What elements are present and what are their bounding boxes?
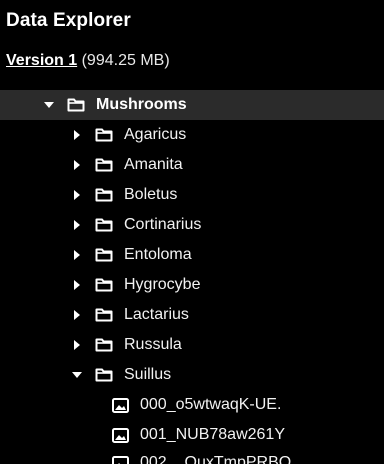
folder-icon bbox=[94, 307, 114, 323]
tree-item-label: Entoloma bbox=[124, 246, 192, 263]
tree-item-label: 000_o5wtwaqK-UE. bbox=[140, 396, 282, 413]
caret-right-icon[interactable] bbox=[68, 190, 86, 200]
caret-right-icon[interactable] bbox=[68, 310, 86, 320]
folder-icon bbox=[94, 127, 114, 143]
caret-down-icon[interactable] bbox=[40, 101, 58, 109]
folder-icon bbox=[94, 187, 114, 203]
version-link[interactable]: Version 1 bbox=[6, 52, 77, 69]
tree-root-mushrooms[interactable]: Mushrooms bbox=[0, 90, 384, 120]
file-tree: Mushrooms Agaricus Amanita Boletus Corti… bbox=[0, 90, 384, 464]
tree-folder-lactarius[interactable]: Lactarius bbox=[0, 300, 189, 330]
tree-folder-entoloma[interactable]: Entoloma bbox=[0, 240, 192, 270]
folder-icon bbox=[94, 217, 114, 233]
folder-icon bbox=[94, 157, 114, 173]
tree-file-002[interactable]: 002__QuxTmpPRBQ bbox=[0, 448, 291, 464]
tree-item-label: Suillus bbox=[124, 366, 172, 383]
caret-right-icon[interactable] bbox=[68, 160, 86, 170]
image-file-icon bbox=[110, 455, 130, 464]
tree-item-label: Russula bbox=[124, 336, 182, 353]
tree-folder-cortinarius[interactable]: Cortinarius bbox=[0, 210, 201, 240]
tree-file-000[interactable]: 000_o5wtwaqK-UE. bbox=[0, 390, 281, 420]
tree-item-label: 001_NUB78aw261Y bbox=[140, 426, 285, 443]
version-info: Version 1 (994.25 MB) bbox=[6, 52, 170, 70]
tree-item-label: Boletus bbox=[124, 186, 178, 203]
caret-down-icon[interactable] bbox=[68, 371, 86, 379]
caret-right-icon[interactable] bbox=[68, 220, 86, 230]
folder-icon bbox=[94, 247, 114, 263]
tree-item-label: Lactarius bbox=[124, 306, 189, 323]
tree-item-label: Hygrocybe bbox=[124, 276, 201, 293]
image-file-icon bbox=[110, 427, 130, 443]
image-file-icon bbox=[110, 397, 130, 413]
folder-icon bbox=[66, 97, 86, 113]
caret-right-icon[interactable] bbox=[68, 280, 86, 290]
caret-right-icon[interactable] bbox=[68, 130, 86, 140]
caret-right-icon[interactable] bbox=[68, 250, 86, 260]
tree-folder-amanita[interactable]: Amanita bbox=[0, 150, 183, 180]
tree-item-label: Amanita bbox=[124, 156, 183, 173]
tree-item-label: Mushrooms bbox=[96, 96, 187, 113]
tree-item-label: Cortinarius bbox=[124, 216, 202, 233]
tree-item-label: Agaricus bbox=[124, 126, 187, 143]
tree-folder-boletus[interactable]: Boletus bbox=[0, 180, 177, 210]
panel-title: Data Explorer bbox=[6, 10, 131, 31]
tree-file-001[interactable]: 001_NUB78aw261Y bbox=[0, 420, 285, 450]
tree-folder-hygrocybe[interactable]: Hygrocybe bbox=[0, 270, 200, 300]
data-explorer-panel: Data Explorer Version 1 (994.25 MB) Mush… bbox=[0, 0, 384, 464]
caret-right-icon[interactable] bbox=[68, 340, 86, 350]
folder-icon bbox=[94, 337, 114, 353]
tree-folder-suillus[interactable]: Suillus bbox=[0, 360, 171, 390]
folder-icon bbox=[94, 367, 114, 383]
tree-folder-agaricus[interactable]: Agaricus bbox=[0, 120, 186, 150]
folder-icon bbox=[94, 277, 114, 293]
tree-item-label: 002__QuxTmpPRBQ bbox=[140, 454, 292, 464]
tree-folder-russula[interactable]: Russula bbox=[0, 330, 182, 360]
version-size: (994.25 MB) bbox=[77, 52, 170, 69]
